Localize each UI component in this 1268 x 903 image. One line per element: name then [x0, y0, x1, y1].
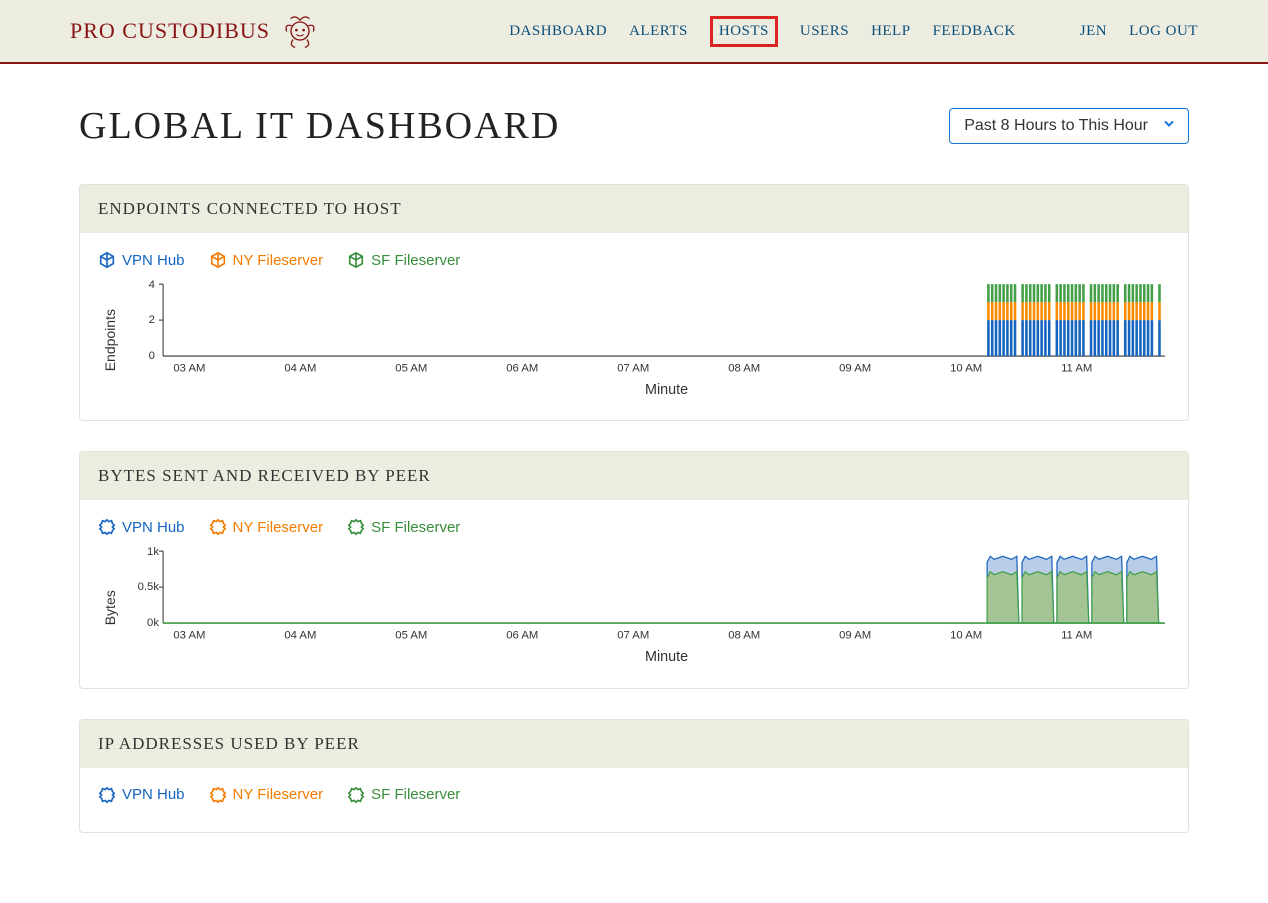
svg-text:08 AM: 08 AM — [728, 362, 760, 374]
chart-legend: VPN Hub NY Fileserver SF Fileserver — [98, 251, 1170, 269]
svg-text:0: 0 — [149, 350, 155, 362]
panel-body: VPN Hub NY Fileserver SF Fileserver Endp… — [80, 233, 1188, 420]
nav-feedback[interactable]: FEEDBACK — [933, 23, 1016, 40]
svg-text:06 AM: 06 AM — [506, 630, 538, 642]
legend-label: SF Fileserver — [371, 252, 460, 269]
svg-text:0k: 0k — [147, 617, 159, 629]
svg-text:10 AM: 10 AM — [950, 362, 982, 374]
badge-icon — [347, 518, 365, 536]
chart-legend: VPN Hub NY Fileserver SF Fileserver — [98, 786, 1170, 804]
topbar: PRO CUSTODIBUS DASHBOARD ALERTS HOSTS US… — [0, 0, 1268, 64]
legend-label: SF Fileserver — [371, 786, 460, 803]
svg-text:10 AM: 10 AM — [950, 630, 982, 642]
svg-text:04 AM: 04 AM — [284, 630, 316, 642]
panel-header: ENDPOINTS CONNECTED TO HOST — [80, 185, 1188, 233]
svg-text:03 AM: 03 AM — [173, 362, 205, 374]
panel-title: BYTES SENT AND RECEIVED BY PEER — [98, 466, 1170, 486]
svg-text:11 AM: 11 AM — [1061, 630, 1092, 642]
panel-body: VPN Hub NY Fileserver SF Fileserver Byte… — [80, 500, 1188, 687]
svg-text:07 AM: 07 AM — [617, 362, 649, 374]
brand-text: PRO CUSTODIBUS — [70, 18, 270, 44]
legend-label: VPN Hub — [122, 786, 185, 803]
time-range-select[interactable]: Past 8 Hours to This Hour — [949, 108, 1189, 144]
panel-endpoints: ENDPOINTS CONNECTED TO HOST VPN Hub NY F… — [79, 184, 1189, 421]
bytes-chart: 1k 0.5k 0k 03 AM 04 AM 05 AM 06 AM 07 AM… — [122, 546, 1170, 669]
medusa-logo-icon — [282, 13, 318, 49]
panel-header: IP ADDRESSES USED BY PEER — [80, 720, 1188, 768]
brand[interactable]: PRO CUSTODIBUS — [70, 13, 318, 49]
svg-text:08 AM: 08 AM — [728, 630, 760, 642]
legend-label: VPN Hub — [122, 252, 185, 269]
page-title: GLOBAL IT DASHBOARD — [79, 104, 560, 148]
badge-icon — [347, 786, 365, 804]
cube-icon — [209, 251, 227, 269]
nav-users[interactable]: USERS — [800, 23, 849, 40]
svg-text:09 AM: 09 AM — [839, 630, 871, 642]
chart-wrap: Bytes 1k 0.5k 0k 03 AM 04 AM 05 AM 06 AM — [98, 546, 1170, 669]
svg-text:07 AM: 07 AM — [617, 630, 649, 642]
legend-label: NY Fileserver — [233, 519, 324, 536]
panel-ips: IP ADDRESSES USED BY PEER VPN Hub NY Fil… — [79, 719, 1189, 833]
cube-icon — [98, 251, 116, 269]
legend-item-vpn-hub[interactable]: VPN Hub — [98, 786, 185, 804]
nav-help[interactable]: HELP — [871, 23, 911, 40]
svg-text:05 AM: 05 AM — [395, 362, 427, 374]
nav-hosts[interactable]: HOSTS — [710, 16, 778, 47]
svg-text:Minute: Minute — [645, 382, 688, 398]
chevron-down-icon — [1162, 117, 1176, 136]
endpoints-chart: 4 2 0 03 AM 04 AM 05 AM 06 AM 07 AM 08 A… — [122, 279, 1170, 402]
time-range-value: Past 8 Hours to This Hour — [964, 117, 1148, 134]
panel-body: VPN Hub NY Fileserver SF Fileserver — [80, 768, 1188, 832]
svg-text:1k: 1k — [147, 547, 159, 559]
svg-text:Minute: Minute — [645, 649, 688, 665]
legend-label: SF Fileserver — [371, 519, 460, 536]
svg-text:05 AM: 05 AM — [395, 630, 427, 642]
panel-header: BYTES SENT AND RECEIVED BY PEER — [80, 452, 1188, 500]
cube-icon — [347, 251, 365, 269]
panel-title: ENDPOINTS CONNECTED TO HOST — [98, 199, 1170, 219]
svg-text:04 AM: 04 AM — [284, 362, 316, 374]
svg-text:4: 4 — [149, 279, 155, 291]
nav-current-user[interactable]: JEN — [1080, 23, 1107, 40]
nav-logout[interactable]: LOG OUT — [1129, 23, 1198, 40]
svg-text:06 AM: 06 AM — [506, 362, 538, 374]
y-axis-label: Bytes — [98, 546, 122, 669]
legend-item-ny-fileserver[interactable]: NY Fileserver — [209, 786, 324, 804]
badge-icon — [98, 518, 116, 536]
legend-item-vpn-hub[interactable]: VPN Hub — [98, 251, 185, 269]
svg-text:03 AM: 03 AM — [173, 630, 205, 642]
legend-label: NY Fileserver — [233, 252, 324, 269]
badge-icon — [209, 518, 227, 536]
svg-text:2: 2 — [149, 314, 155, 326]
legend-item-ny-fileserver[interactable]: NY Fileserver — [209, 251, 324, 269]
header-row: GLOBAL IT DASHBOARD Past 8 Hours to This… — [79, 104, 1189, 148]
legend-item-sf-fileserver[interactable]: SF Fileserver — [347, 251, 460, 269]
legend-item-ny-fileserver[interactable]: NY Fileserver — [209, 518, 324, 536]
badge-icon — [98, 786, 116, 804]
svg-text:09 AM: 09 AM — [839, 362, 871, 374]
nav-dashboard[interactable]: DASHBOARD — [509, 23, 607, 40]
panel-title: IP ADDRESSES USED BY PEER — [98, 734, 1170, 754]
primary-nav: DASHBOARD ALERTS HOSTS USERS HELP FEEDBA… — [509, 16, 1198, 47]
badge-icon — [209, 786, 227, 804]
y-axis-label: Endpoints — [98, 279, 122, 402]
svg-text:11 AM: 11 AM — [1061, 362, 1092, 374]
legend-item-sf-fileserver[interactable]: SF Fileserver — [347, 786, 460, 804]
legend-label: VPN Hub — [122, 519, 185, 536]
legend-item-vpn-hub[interactable]: VPN Hub — [98, 518, 185, 536]
nav-alerts[interactable]: ALERTS — [629, 23, 688, 40]
legend-item-sf-fileserver[interactable]: SF Fileserver — [347, 518, 460, 536]
panel-bytes: BYTES SENT AND RECEIVED BY PEER VPN Hub … — [79, 451, 1189, 688]
legend-label: NY Fileserver — [233, 786, 324, 803]
main-container: GLOBAL IT DASHBOARD Past 8 Hours to This… — [79, 64, 1189, 903]
svg-text:0.5k: 0.5k — [138, 581, 160, 593]
chart-wrap: Endpoints 4 2 0 03 AM 04 AM 05 — [98, 279, 1170, 402]
chart-legend: VPN Hub NY Fileserver SF Fileserver — [98, 518, 1170, 536]
